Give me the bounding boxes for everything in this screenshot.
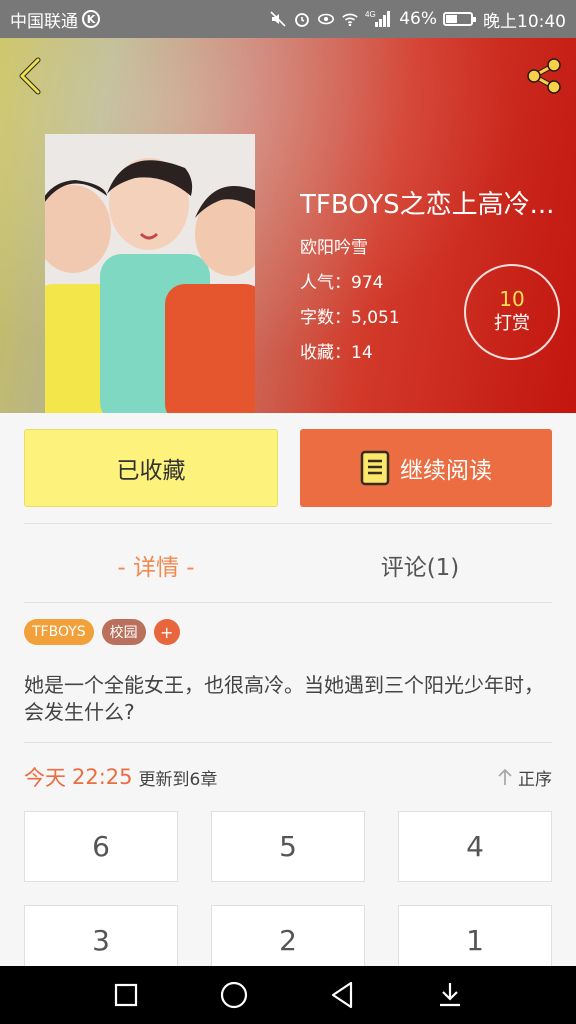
chapter-cell[interactable]: 5 [211, 811, 365, 882]
network-label: 4G [365, 10, 376, 19]
cover-photo [45, 134, 255, 413]
battery-percent: 46% [399, 9, 437, 29]
share-button[interactable] [522, 54, 566, 98]
sort-order-label: 正序 [518, 769, 552, 790]
divider [24, 602, 552, 603]
chapter-cell[interactable]: 6 [24, 811, 178, 882]
system-navigation-bar [0, 966, 576, 1024]
tab-details-label: - 详情 - [117, 555, 195, 581]
update-info: 今天 22:25 更新到6章 正序 [24, 760, 552, 794]
update-time: 22:25 [72, 765, 133, 789]
favorited-button[interactable]: 已收藏 [24, 429, 278, 507]
book-description: 她是一个全能女王，也很高冷。当她遇到三个阳光少年时，会发生什么? [24, 673, 544, 724]
circle-icon [220, 981, 248, 1009]
status-icons: 4G 46% 晚上10:40 [269, 7, 566, 32]
tab-details[interactable]: - 详情 - [24, 528, 288, 602]
tag-list: TFBOYS 校园 + [24, 619, 180, 645]
home-button[interactable] [212, 973, 256, 1017]
book-title: TFBOYS之恋上高冷... [300, 190, 555, 220]
update-chapter-info: 更新到6章 [138, 769, 218, 790]
sort-order-button[interactable]: 正序 [496, 765, 552, 790]
battery-icon [443, 12, 476, 26]
favorited-label: 已收藏 [116, 458, 186, 484]
eye-icon [317, 10, 335, 28]
add-tag-button[interactable]: + [153, 619, 180, 645]
recent-apps-button[interactable] [104, 973, 148, 1017]
alarm-icon [293, 10, 311, 28]
status-bar: 中国联通 K 4G 46% 晚上10:40 [0, 0, 576, 38]
tab-comments[interactable]: 评论(1) [288, 528, 552, 602]
triangle-back-icon [331, 981, 353, 1009]
book-header: TFBOYS之恋上高冷... 欧阳吟雪 人气：974 字数：5,051 收藏：1… [0, 38, 576, 413]
carrier-name: 中国联通 [10, 11, 78, 32]
carrier-badge-icon: K [82, 10, 100, 28]
reward-count: 10 [499, 287, 525, 311]
notification-pull-button[interactable] [428, 973, 472, 1017]
detail-tabs: - 详情 - 评论(1) [24, 528, 552, 602]
arrow-up-icon [498, 768, 512, 785]
square-icon [114, 983, 138, 1007]
reward-button[interactable]: 10 打赏 [464, 264, 560, 360]
book-cover-image[interactable] [45, 134, 255, 413]
pull-down-icon [440, 983, 460, 1007]
continue-reading-label: 继续阅读 [400, 458, 492, 484]
tag-school[interactable]: 校园 [101, 619, 146, 645]
carrier-group: 中国联通 K [10, 7, 100, 32]
status-time: 晚上10:40 [483, 11, 566, 32]
action-buttons: 已收藏 继续阅读 [24, 429, 552, 507]
divider [24, 523, 552, 524]
battery-fill [446, 15, 458, 23]
tag-tfboys[interactable]: TFBOYS [24, 619, 94, 645]
mute-icon [269, 10, 287, 28]
continue-reading-button[interactable]: 继续阅读 [300, 429, 552, 507]
book-icon [360, 450, 390, 486]
wifi-icon [341, 10, 359, 28]
book-author[interactable]: 欧阳吟雪 [300, 237, 570, 259]
back-nav-button[interactable] [320, 973, 364, 1017]
chevron-left-icon [19, 57, 41, 95]
share-icon [527, 58, 561, 94]
reward-label: 打赏 [494, 313, 530, 334]
chapter-cell[interactable]: 4 [398, 811, 552, 882]
back-button[interactable] [14, 56, 48, 96]
update-day: 今天 [24, 766, 66, 790]
signal-icon: 4G [365, 10, 393, 28]
divider [24, 742, 552, 743]
tab-comments-label: 评论(1) [380, 555, 460, 581]
chapter-grid: 6 5 4 3 2 1 [24, 811, 552, 976]
